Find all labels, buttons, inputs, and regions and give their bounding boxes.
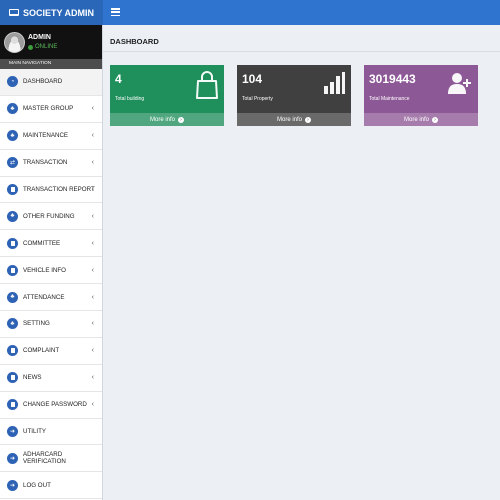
sidebar-item-transaction[interactable]: ⇄ TRANSACTION ‹ <box>0 150 102 177</box>
sidebar-item-label: ADHARCARD VERIFICATION <box>23 451 66 466</box>
sidebar-item-label: TRANSACTION REPORT <box>23 186 95 193</box>
arrow-circle-right-icon: › <box>305 116 311 123</box>
chevron-left-icon: ‹ <box>91 347 94 355</box>
stat-label: Total building <box>115 96 145 102</box>
file-icon <box>7 399 18 411</box>
dashboard-icon: ◔ <box>7 76 18 88</box>
more-info-link[interactable]: More info › <box>237 113 351 126</box>
brand-title: SOCIETY ADMIN <box>22 7 94 18</box>
sidebar-item-label: DASHBOARD <box>23 78 63 86</box>
exchange-icon: ⇄ <box>7 157 18 169</box>
arrow-circle-right-icon: › <box>178 116 184 123</box>
chevron-left-icon: ‹ <box>91 105 94 113</box>
sidebar-item-label: OTHER FUNDING <box>23 212 75 220</box>
chevron-left-icon: ‹ <box>91 212 94 220</box>
sidebar-item-label: MASTER GROUP <box>23 105 74 113</box>
stat-value: 4 <box>115 72 122 86</box>
chevron-left-icon: ‹ <box>91 320 94 328</box>
sidebar-item-label: COMMITTEE <box>23 239 61 247</box>
more-info-link[interactable]: More info › <box>364 113 478 126</box>
page-title: DASHBOARD <box>103 25 500 52</box>
more-info-label: More info <box>403 116 429 123</box>
group-icon: ♣ <box>7 210 18 222</box>
sidebar-item-change-password[interactable]: CHANGE PASSWORD ‹ <box>0 392 102 419</box>
sidebar-item-other-funding[interactable]: ♣ OTHER FUNDING ‹ <box>0 203 102 231</box>
file-icon <box>7 345 18 357</box>
stat-box-property: 104 Total Property More info › <box>237 65 351 126</box>
sidebar-item-label: VEHICLE INFO <box>23 266 66 274</box>
sidebar-item-vehicle-info[interactable]: VEHICLE INFO ‹ <box>0 257 102 285</box>
group-icon: ♣ <box>7 291 18 303</box>
chevron-left-icon: ‹ <box>91 374 94 382</box>
file-icon <box>7 372 18 384</box>
chevron-left-icon: ‹ <box>91 239 94 247</box>
sidebar-item-log-out[interactable]: ➜ LOG OUT <box>0 472 102 500</box>
sidebar-item-label: ATTENDANCE <box>23 293 65 301</box>
user-panel: ADMIN ONLINE <box>0 25 102 59</box>
sidebar-item-utility[interactable]: ➜ UTILITY <box>0 419 102 446</box>
file-icon <box>7 264 18 276</box>
user-name: ADMIN <box>28 34 51 41</box>
user-status-label: ONLINE <box>35 44 58 50</box>
brand-logo[interactable]: SOCIETY ADMIN <box>0 0 103 25</box>
menu-toggle-icon[interactable] <box>111 8 120 17</box>
avatar <box>4 31 25 53</box>
sidebar-item-attendance[interactable]: ♣ ATTENDANCE ‹ <box>0 284 102 312</box>
online-dot-icon <box>28 44 33 50</box>
stat-label: Total Property <box>242 96 273 102</box>
sidebar-item-setting[interactable]: ♣ SETTING ‹ <box>0 311 102 338</box>
stat-box-maintenance: 3019443 Total Maintenance More info › <box>364 65 478 126</box>
arrow-circle-right-icon: › <box>432 116 438 123</box>
sidebar-item-maintenance[interactable]: ♣ MAINTENANCE ‹ <box>0 123 102 150</box>
sidebar-item-label: CHANGE PASSWORD <box>23 401 87 409</box>
group-icon: ♣ <box>7 103 18 115</box>
chevron-left-icon: ‹ <box>91 132 94 140</box>
user-plus-icon <box>448 73 471 94</box>
chevron-left-icon: ‹ <box>91 401 94 409</box>
sidebar-item-news[interactable]: NEWS ‹ <box>0 365 102 392</box>
chevron-left-icon: ‹ <box>91 159 94 167</box>
sidebar-item-committee[interactable]: COMMITTEE ‹ <box>0 230 102 258</box>
sidebar-item-master-group[interactable]: ♣ MASTER GROUP ‹ <box>0 96 102 123</box>
sign-in-icon: ➜ <box>7 426 18 438</box>
chevron-left-icon: ‹ <box>91 266 94 274</box>
sidebar-item-label: NEWS <box>23 374 42 382</box>
user-status: ONLINE <box>28 44 57 50</box>
sidebar: ADMIN ONLINE MAIN NAVIGATION ◔ DASHBOARD… <box>0 25 103 500</box>
sidebar-item-label: LOG OUT <box>23 481 51 489</box>
sign-in-icon: ➜ <box>7 452 18 464</box>
group-icon: ♣ <box>7 130 18 142</box>
bar-chart-icon <box>324 72 345 94</box>
laptop-icon <box>8 9 19 16</box>
more-info-label: More info <box>276 116 302 123</box>
stat-label: Total Maintenance <box>369 96 410 102</box>
sidebar-item-adharcard-verification[interactable]: ➜ ADHARCARD VERIFICATION <box>0 445 102 473</box>
group-icon: ♣ <box>7 318 18 330</box>
file-icon <box>7 184 18 195</box>
sidebar-item-label: UTILITY <box>23 428 47 436</box>
stat-value: 104 <box>242 72 263 86</box>
stat-box-buildings: 4 Total building More info › <box>110 65 224 126</box>
sidebar-item-label: MAINTENANCE <box>23 132 69 140</box>
sidebar-item-transaction-report[interactable]: TRANSACTION REPORT ‹ <box>0 177 102 204</box>
sign-out-icon: ➜ <box>7 479 18 491</box>
shopping-bag-icon <box>196 71 218 99</box>
sidebar-item-label: SETTING <box>23 320 50 328</box>
sidebar-item-dashboard[interactable]: ◔ DASHBOARD <box>0 69 102 96</box>
sidebar-item-label: TRANSACTION <box>23 159 68 167</box>
chevron-left-icon: ‹ <box>91 293 94 301</box>
top-navbar <box>103 0 500 25</box>
chevron-left-icon: ‹ <box>91 186 94 193</box>
sidebar-item-complaint[interactable]: COMPLAINT ‹ <box>0 338 102 365</box>
nav-header: MAIN NAVIGATION <box>0 59 102 69</box>
more-info-link[interactable]: More info › <box>110 113 224 126</box>
stat-value: 3019443 <box>369 72 416 86</box>
more-info-label: More info <box>149 116 175 123</box>
sidebar-item-label: COMPLAINT <box>23 347 60 355</box>
file-icon <box>7 237 18 249</box>
